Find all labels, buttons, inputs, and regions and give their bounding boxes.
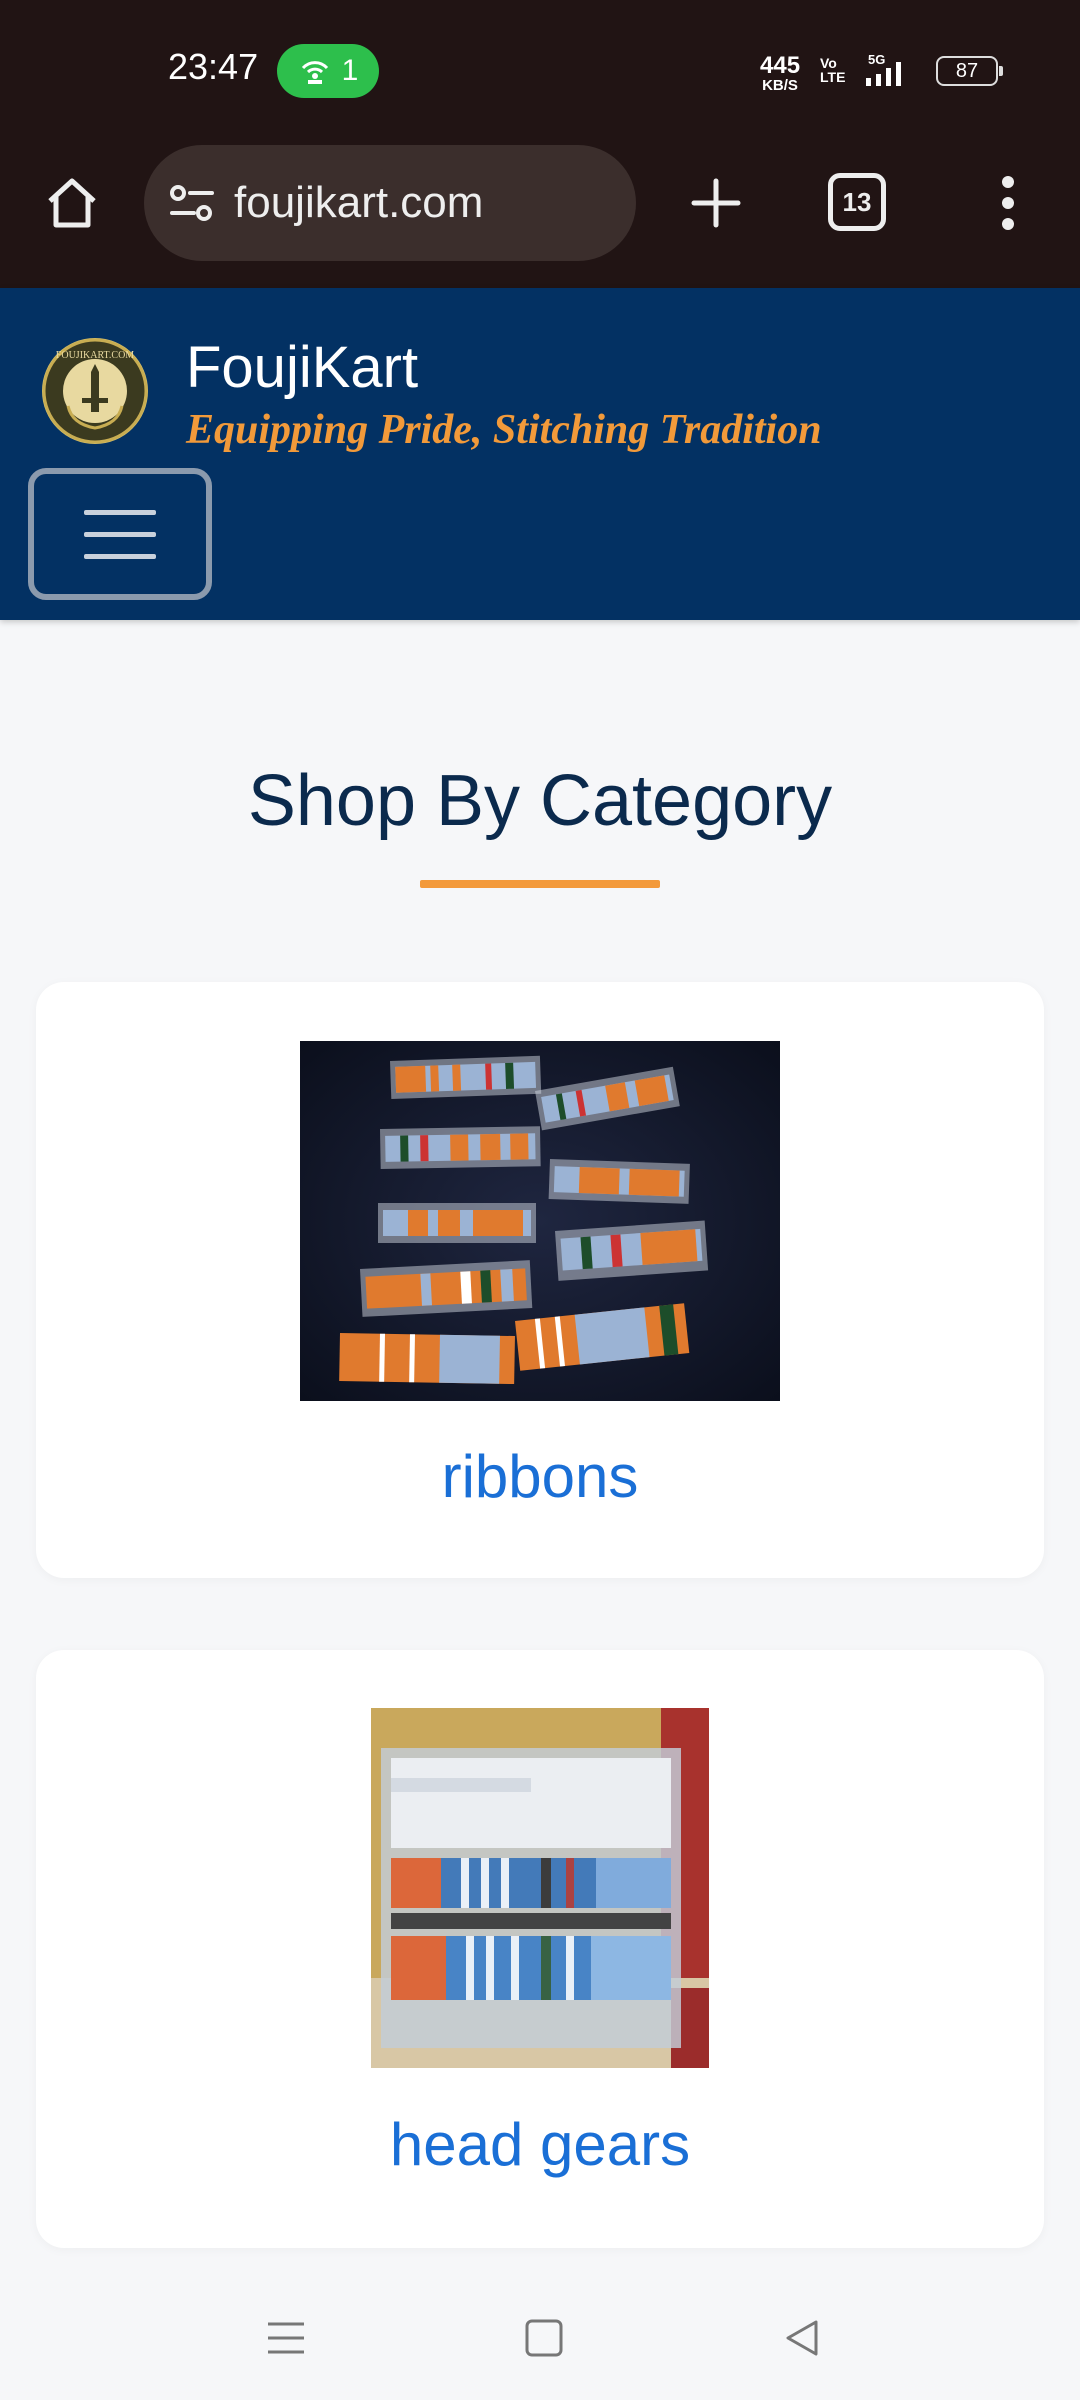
new-tab-button[interactable] xyxy=(680,167,752,239)
hamburger-icon xyxy=(84,509,156,559)
menu-dot xyxy=(1002,197,1014,209)
address-bar[interactable]: foujikart.com xyxy=(144,145,636,261)
category-label-head-gears[interactable]: head gears xyxy=(36,2110,1044,2179)
hotspot-icon xyxy=(301,61,328,84)
status-bar: 23:47 1 445 KB/S Vo LTE 5G 87 xyxy=(0,0,1080,145)
home-icon xyxy=(48,178,96,228)
back-button[interactable] xyxy=(772,2308,832,2368)
network-speed-unit: KB/S xyxy=(762,77,798,94)
volte-top: Vo xyxy=(820,55,837,71)
category-label-ribbons[interactable]: ribbons xyxy=(36,1442,1044,1511)
back-triangle-icon xyxy=(786,2320,818,2356)
site-header: FOUJIKART.COM FoujiKart Equipping Pride,… xyxy=(0,288,1080,620)
url-text: foujikart.com xyxy=(234,178,484,227)
brand-tagline: Equipping Pride, Stitching Tradition xyxy=(186,407,822,453)
network-speed-value: 445 xyxy=(760,52,801,79)
category-image-head-gears[interactable] xyxy=(371,1708,709,2068)
battery-indicator: 87 xyxy=(936,56,1003,86)
title-underline xyxy=(420,880,660,888)
site-settings-icon[interactable] xyxy=(168,179,216,227)
browser-toolbar: foujikart.com 13 xyxy=(0,145,1080,290)
menu-lines-icon xyxy=(268,2322,304,2354)
recent-apps-button[interactable] xyxy=(256,2308,316,2368)
plus-icon xyxy=(691,178,741,228)
category-image-ribbons[interactable] xyxy=(300,1041,780,1401)
category-card-ribbons[interactable]: ribbons xyxy=(36,982,1044,1578)
menu-dot xyxy=(1002,176,1014,188)
logo-text: FOUJIKART.COM xyxy=(56,350,134,361)
square-icon xyxy=(525,2319,563,2357)
brand-name[interactable]: FoujiKart xyxy=(186,334,418,401)
section-title: Shop By Category xyxy=(247,761,833,841)
status-time: 23:47 xyxy=(168,46,259,87)
signal-icon: 5G xyxy=(862,52,924,94)
network-speed: 445 KB/S xyxy=(760,52,801,94)
nav-toggle-button[interactable] xyxy=(28,468,212,600)
volte-bottom: LTE xyxy=(820,69,846,85)
site-logo[interactable]: FOUJIKART.COM xyxy=(42,338,148,444)
system-nav-bar xyxy=(0,2270,1080,2400)
more-options-button[interactable] xyxy=(990,167,1026,239)
hotspot-count: 1 xyxy=(341,54,359,87)
tab-switcher-button[interactable]: 13 xyxy=(828,173,886,231)
menu-dot xyxy=(1002,218,1014,230)
category-card-head-gears[interactable]: head gears xyxy=(36,1650,1044,2248)
home-button[interactable] xyxy=(36,167,108,239)
network-type: 5G xyxy=(868,52,885,67)
home-nav-button[interactable] xyxy=(514,2308,574,2368)
hotspot-indicator[interactable]: 1 xyxy=(277,44,379,98)
volte-indicator: Vo LTE xyxy=(820,56,845,84)
